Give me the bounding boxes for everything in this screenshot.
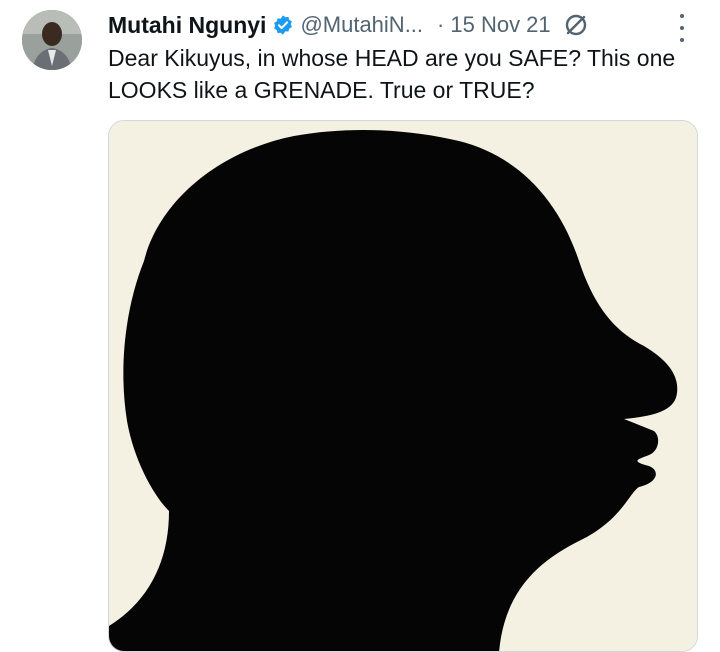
edited-icon[interactable]: [563, 12, 589, 38]
verified-badge-icon: [272, 14, 294, 36]
tweet-media[interactable]: [108, 120, 698, 652]
author-handle[interactable]: @MutahiN...: [300, 12, 423, 38]
head-silhouette-image: [109, 121, 697, 651]
tweet-text: Dear Kikuyus, in whose HEAD are you SAFE…: [108, 45, 676, 103]
avatar[interactable]: [22, 10, 82, 70]
more-options-icon[interactable]: [676, 14, 688, 42]
author-name[interactable]: Mutahi Ngunyi: [108, 12, 266, 39]
tweet-header: Mutahi Ngunyi @MutahiN... · 15 Nov 21: [108, 8, 708, 42]
meta-separator: ·: [437, 12, 445, 37]
tweet-date[interactable]: 15 Nov 21: [450, 12, 550, 38]
avatar-photo: [22, 10, 82, 70]
